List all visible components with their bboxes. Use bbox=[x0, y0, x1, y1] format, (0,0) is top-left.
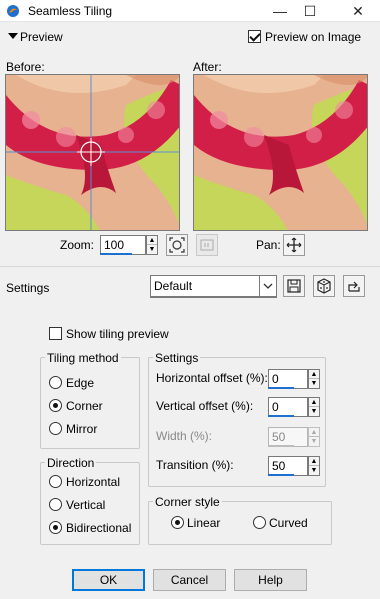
transition-up-icon[interactable]: ▲ bbox=[309, 457, 319, 466]
save-icon bbox=[287, 279, 301, 293]
corner-style-curved-radio[interactable] bbox=[253, 516, 266, 529]
direction-vertical-radio[interactable] bbox=[49, 498, 62, 511]
actual-size-icon bbox=[200, 239, 214, 251]
direction-bidirectional-radio[interactable] bbox=[49, 521, 62, 534]
horizontal-offset-value: 0 bbox=[272, 372, 279, 386]
preview-on-image-label: Preview on Image bbox=[265, 30, 362, 44]
vertical-offset-stepper[interactable]: ▲ ▼ bbox=[308, 397, 320, 417]
maximize-icon: ☐ bbox=[303, 3, 317, 19]
after-preview bbox=[193, 74, 368, 231]
vertical-offset-input[interactable]: 0 bbox=[268, 397, 308, 417]
width-down-icon[interactable]: ▼ bbox=[309, 437, 319, 446]
tiling-method-mirror-radio[interactable] bbox=[49, 422, 62, 435]
chevron-down-icon[interactable] bbox=[259, 276, 276, 296]
zoom-value: 100 bbox=[104, 238, 125, 252]
collapse-triangle-icon[interactable] bbox=[8, 33, 18, 39]
after-preview-image bbox=[194, 75, 367, 230]
zoom-label: Zoom: bbox=[60, 238, 95, 252]
vertical-offset-up-icon[interactable]: ▲ bbox=[309, 398, 319, 407]
vertical-offset-value: 0 bbox=[272, 400, 279, 414]
direction-bidirectional-label: Bidirectional bbox=[66, 521, 132, 535]
zoom-down-icon[interactable]: ▼ bbox=[147, 245, 157, 254]
horizontal-offset-label: Horizontal offset (%): bbox=[156, 371, 268, 385]
close-icon: ✕ bbox=[352, 3, 364, 19]
transition-label: Transition (%): bbox=[156, 458, 234, 472]
reset-icon bbox=[348, 281, 360, 292]
close-button[interactable]: ✕ bbox=[338, 0, 378, 22]
zoom-stepper[interactable]: ▲ ▼ bbox=[146, 235, 158, 255]
vertical-offset-down-icon[interactable]: ▼ bbox=[309, 407, 319, 416]
ok-button[interactable]: OK bbox=[72, 569, 145, 591]
dice-icon bbox=[317, 278, 331, 294]
save-preset-button[interactable] bbox=[283, 275, 305, 297]
window-title: Seamless Tiling bbox=[28, 4, 113, 18]
tiling-method-edge-label: Edge bbox=[66, 376, 95, 390]
before-preview[interactable] bbox=[5, 74, 180, 231]
cancel-button[interactable]: Cancel bbox=[153, 569, 226, 591]
reset-button[interactable] bbox=[343, 275, 365, 297]
corner-style-linear-label: Linear bbox=[187, 516, 221, 530]
tiling-method-title: Tiling method bbox=[45, 351, 121, 365]
transition-underline bbox=[268, 474, 294, 476]
horizontal-offset-underline bbox=[268, 387, 294, 389]
transition-down-icon[interactable]: ▼ bbox=[309, 466, 319, 475]
tiling-method-corner-radio[interactable] bbox=[49, 399, 62, 412]
horizontal-offset-stepper[interactable]: ▲ ▼ bbox=[308, 369, 320, 389]
preset-dropdown-underline bbox=[150, 297, 277, 298]
show-tiling-preview-label: Show tiling preview bbox=[66, 327, 169, 341]
randomize-button[interactable] bbox=[313, 275, 335, 297]
zoom-input[interactable]: 100 bbox=[100, 235, 146, 255]
zoom-fit-button[interactable] bbox=[166, 234, 188, 256]
actual-size-button[interactable] bbox=[196, 234, 218, 256]
before-label: Before: bbox=[6, 60, 45, 74]
transition-value: 50 bbox=[272, 459, 286, 473]
pan-button[interactable] bbox=[283, 234, 305, 256]
preview-on-image-checkbox[interactable] bbox=[248, 30, 261, 43]
direction-horizontal-radio[interactable] bbox=[49, 475, 62, 488]
preview-header-label: Preview bbox=[20, 30, 63, 44]
tiling-method-corner-label: Corner bbox=[66, 399, 103, 413]
minimize-icon: — bbox=[273, 3, 287, 19]
zoom-up-icon[interactable]: ▲ bbox=[147, 236, 157, 245]
maximize-button[interactable]: ☐ bbox=[290, 0, 330, 22]
zoom-fit-icon bbox=[169, 237, 185, 253]
width-stepper[interactable]: ▲ ▼ bbox=[308, 427, 320, 447]
after-label: After: bbox=[193, 60, 222, 74]
help-button[interactable]: Help bbox=[234, 569, 307, 591]
width-up-icon[interactable]: ▲ bbox=[309, 428, 319, 437]
separator bbox=[0, 266, 380, 267]
direction-title: Direction bbox=[45, 456, 97, 470]
transition-stepper[interactable]: ▲ ▼ bbox=[308, 456, 320, 476]
width-input[interactable]: 50 bbox=[268, 427, 308, 447]
preset-dropdown[interactable]: Default bbox=[150, 275, 277, 297]
app-icon bbox=[7, 5, 19, 17]
width-underline bbox=[268, 445, 294, 447]
vertical-offset-label: Vertical offset (%): bbox=[156, 399, 254, 413]
settings-label: Settings bbox=[6, 281, 50, 295]
tiling-method-mirror-label: Mirror bbox=[66, 422, 98, 436]
corner-style-title: Corner style bbox=[153, 495, 222, 509]
horizontal-offset-up-icon[interactable]: ▲ bbox=[309, 370, 319, 379]
vertical-offset-underline bbox=[268, 415, 294, 417]
corner-style-curved-label: Curved bbox=[269, 516, 308, 530]
preset-value: Default bbox=[154, 279, 193, 293]
tiling-method-edge-radio[interactable] bbox=[49, 376, 62, 389]
pan-move-icon bbox=[286, 237, 302, 253]
pan-label: Pan: bbox=[256, 238, 281, 252]
transition-input[interactable]: 50 bbox=[268, 456, 308, 476]
show-tiling-preview-checkbox[interactable] bbox=[49, 327, 62, 340]
title-bar: Seamless Tiling — ☐ ✕ bbox=[0, 0, 380, 22]
settings-group-title: Settings bbox=[153, 351, 201, 365]
before-preview-image bbox=[6, 75, 179, 230]
horizontal-offset-down-icon[interactable]: ▼ bbox=[309, 379, 319, 388]
width-value: 50 bbox=[272, 430, 286, 444]
direction-vertical-label: Vertical bbox=[66, 498, 106, 512]
corner-style-linear-radio[interactable] bbox=[171, 516, 184, 529]
horizontal-offset-input[interactable]: 0 bbox=[268, 369, 308, 389]
width-label: Width (%): bbox=[156, 429, 213, 443]
zoom-underline bbox=[100, 253, 132, 255]
direction-horizontal-label: Horizontal bbox=[66, 475, 121, 489]
